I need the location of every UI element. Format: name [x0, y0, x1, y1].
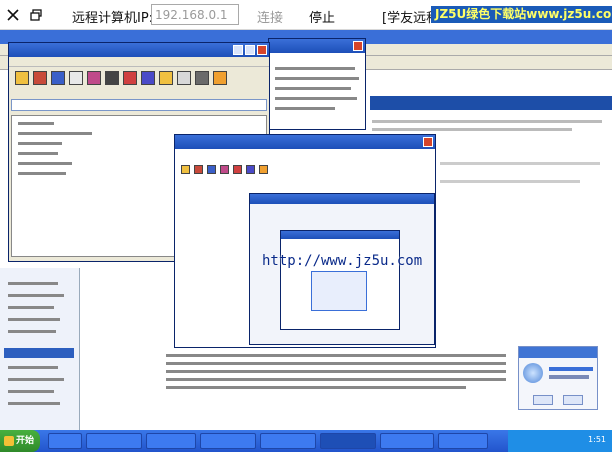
- popup-button[interactable]: [563, 395, 583, 405]
- notification-popup[interactable]: [518, 346, 598, 410]
- close-icon[interactable]: [353, 41, 363, 51]
- popup-button[interactable]: [533, 395, 553, 405]
- system-tray: 1:51: [508, 430, 612, 452]
- site-watermark: http://www.jz5u.com: [262, 253, 423, 269]
- remote-left-menu: [0, 268, 80, 432]
- clock: 1:51: [588, 435, 606, 444]
- remote-notepad-window[interactable]: [268, 38, 366, 130]
- connect-button[interactable]: 连接: [257, 7, 283, 26]
- stop-button[interactable]: 停止: [309, 7, 335, 26]
- explorer-titlebar: [9, 43, 269, 57]
- taskbar-item[interactable]: [86, 433, 142, 449]
- nested-inner-window: [249, 193, 435, 345]
- notepad-titlebar: [269, 39, 365, 53]
- taskbar-item[interactable]: [380, 433, 434, 449]
- explorer-menubar: [9, 57, 269, 67]
- taskbar-item[interactable]: [200, 433, 256, 449]
- close-icon: [7, 9, 19, 21]
- nested-titlebar: [175, 135, 435, 149]
- remote-nav-bar: [370, 96, 612, 110]
- close-icon[interactable]: [257, 45, 267, 55]
- remote-screen[interactable]: http://www.jz5u.com: [0, 30, 612, 432]
- start-button[interactable]: 开始: [0, 430, 40, 452]
- ip-input[interactable]: [151, 4, 239, 25]
- close-button[interactable]: [4, 4, 22, 26]
- nested-toolbar: [181, 165, 268, 174]
- maximize-icon[interactable]: [245, 45, 255, 55]
- windows-icon: [4, 436, 14, 446]
- taskbar-item[interactable]: [146, 433, 196, 449]
- taskbar-item[interactable]: [320, 433, 376, 449]
- logo-icon: [523, 363, 543, 383]
- close-icon[interactable]: [423, 137, 433, 147]
- explorer-toolbar: [15, 71, 227, 85]
- site-badge: JZ5U绿色下载站www.jz5u.com: [431, 6, 612, 23]
- taskbar-item[interactable]: [260, 433, 316, 449]
- start-label: 开始: [16, 436, 35, 446]
- taskbar-item[interactable]: [438, 433, 488, 449]
- explorer-address-field[interactable]: [11, 99, 267, 111]
- taskbar: 开始 1:51: [0, 430, 612, 452]
- ip-label: 远程计算机IP:: [72, 11, 154, 26]
- restore-icon: [30, 9, 42, 21]
- taskbar-item[interactable]: [48, 433, 82, 449]
- remote-toolbar: 远程计算机IP: 连接 停止 [学友远程 JZ5U绿色下载站www.jz5u.c…: [0, 0, 612, 30]
- restore-button[interactable]: [27, 4, 45, 26]
- nested-remote-window[interactable]: [174, 134, 436, 348]
- minimize-icon[interactable]: [233, 45, 243, 55]
- remote-article-text: [164, 348, 514, 408]
